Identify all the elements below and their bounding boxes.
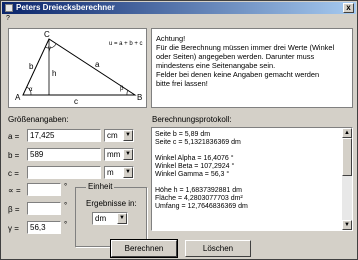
result-unit-select[interactable]: dm ▼ <box>92 212 128 225</box>
side-c-field[interactable] <box>27 166 101 179</box>
side-b-unit-value: mm <box>107 150 121 159</box>
chevron-down-icon[interactable]: ▼ <box>123 130 133 141</box>
angle-alpha-input[interactable] <box>28 184 60 195</box>
scroll-down-icon[interactable]: ▼ <box>342 220 352 230</box>
label-alpha: α <box>29 87 33 93</box>
angle-gamma-input[interactable] <box>28 222 60 233</box>
side-a-field[interactable] <box>27 129 101 142</box>
protocol-textarea[interactable]: Seite b = 5,89 dm Seite c = 5,1321836369… <box>151 127 353 231</box>
angle-gamma-label: γ = <box>8 224 19 233</box>
notice-line: Achtung! <box>156 34 186 43</box>
label-beta: β <box>120 86 124 92</box>
protocol-line: Winkel Gamma = 56,3 ° <box>155 171 230 178</box>
chevron-down-icon[interactable]: ▼ <box>123 167 133 178</box>
angle-gamma-field[interactable] <box>27 221 61 234</box>
perimeter-formula: u = a + b + c <box>109 41 143 47</box>
notice-line: oder Seiten) angegeben werden. Darunter … <box>156 52 315 61</box>
angle-beta-field[interactable] <box>27 202 61 215</box>
side-b-field[interactable] <box>27 148 101 161</box>
app-icon <box>5 4 13 12</box>
protocol-line: Umfang = 12,7646836369 dm <box>155 203 248 210</box>
angle-beta-unit: ° <box>64 201 68 210</box>
result-unit-value: dm <box>95 214 107 223</box>
triangle-diagram: C A B a b c h α β γ u = a + b + c <box>8 28 147 108</box>
notice-line: mindestens eine Seitenangabe sein. <box>156 61 276 70</box>
protocol-line: Winkel Beta = 107,2924 ° <box>155 163 235 170</box>
scroll-up-icon[interactable]: ▲ <box>342 128 352 138</box>
protocol-line <box>155 179 341 187</box>
angle-alpha-unit: ° <box>64 182 68 191</box>
scroll-thumb[interactable] <box>342 138 352 176</box>
protocol-line: Höhe h = 1,6837392881 dm <box>155 187 242 194</box>
label-side-a: a <box>95 60 100 69</box>
protocol-line: Winkel Alpha = 16,4076 ° <box>155 155 234 162</box>
label-vertex-a: A <box>15 93 21 102</box>
unit-group-title: Einheit <box>86 182 115 191</box>
label-vertex-b: B <box>137 93 143 102</box>
clear-button[interactable]: Löschen <box>185 240 251 257</box>
notice-box: Achtung! Für die Berechnung müssen immer… <box>151 28 353 108</box>
side-a-input[interactable] <box>28 130 100 141</box>
side-b-unit-select[interactable]: mm ▼ <box>104 148 134 161</box>
side-c-unit-select[interactable]: m ▼ <box>104 166 134 179</box>
side-c-input[interactable] <box>28 167 100 178</box>
side-c-label: c = <box>8 169 19 178</box>
protocol-lines: Seite b = 5,89 dm Seite c = 5,1321836369… <box>155 131 341 211</box>
inputs-heading: Größenangaben: <box>8 115 69 124</box>
angle-alpha-label: ∝ = <box>8 186 21 195</box>
menu-bar: ? <box>2 15 356 24</box>
label-gamma: γ <box>48 46 51 52</box>
notice-line: Felder bei denen keine Angaben gemacht w… <box>156 70 320 79</box>
side-a-unit-value: cm <box>107 131 118 140</box>
angle-gamma-unit: ° <box>64 220 68 229</box>
protocol-heading: Berechnungsprotokoll: <box>152 115 232 124</box>
result-unit-caption: Ergebnisse in: <box>86 199 137 208</box>
label-height-h: h <box>52 69 57 78</box>
label-side-b: b <box>29 62 34 71</box>
app-window: Peters Dreiecksberechner x ? C A B a b c… <box>0 0 358 260</box>
side-a-label: a = <box>8 132 20 141</box>
menu-help[interactable]: ? <box>6 15 10 22</box>
title-bar[interactable]: Peters Dreiecksberechner x <box>2 2 356 14</box>
side-a-unit-select[interactable]: cm ▼ <box>104 129 134 142</box>
angle-alpha-field[interactable] <box>27 183 61 196</box>
side-c-unit-value: m <box>107 168 114 177</box>
chevron-down-icon[interactable]: ▼ <box>117 213 127 224</box>
protocol-line <box>155 147 341 155</box>
side-b-label: b = <box>8 151 20 160</box>
protocol-line: Fläche = 4,2803077703 dm² <box>155 195 243 202</box>
angle-beta-input[interactable] <box>28 203 60 214</box>
protocol-line: Seite c = 5,1321836369 dm <box>155 139 241 146</box>
angle-beta-label: β = <box>8 205 20 214</box>
notice-line: Für die Berechnung müssen immer drei Wer… <box>156 43 335 52</box>
close-button[interactable]: x <box>343 3 354 13</box>
compute-button[interactable]: Berechnen <box>110 239 178 258</box>
chevron-down-icon[interactable]: ▼ <box>123 149 133 160</box>
protocol-line: Seite b = 5,89 dm <box>155 131 211 138</box>
protocol-scrollbar[interactable]: ▲ ▼ <box>342 128 352 230</box>
unit-groupbox: Einheit Ergebnisse in: dm ▼ <box>75 182 147 247</box>
side-b-input[interactable] <box>28 149 100 160</box>
notice-line: bitte frei lassen! <box>156 79 208 88</box>
window-title: Peters Dreiecksberechner <box>16 3 115 12</box>
label-side-c: c <box>74 97 78 106</box>
label-vertex-c: C <box>44 30 50 39</box>
